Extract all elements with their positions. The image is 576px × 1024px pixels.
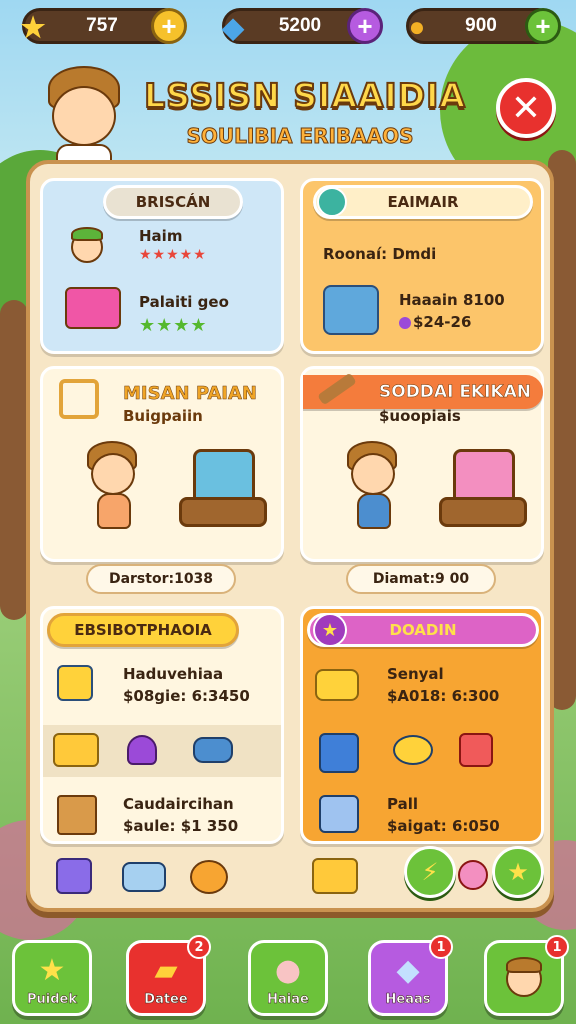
close-button[interactable]: ✕ xyxy=(496,78,556,138)
stars-value: 757 xyxy=(86,15,118,36)
notification-badge: 1 xyxy=(429,935,453,959)
arcade-machine-icon xyxy=(323,285,379,335)
card-bundle-row2-title: Caudaircihan xyxy=(123,795,234,813)
lightning-button[interactable]: ⚡ xyxy=(404,846,456,898)
card-mission-chip: Darstor:1038 xyxy=(86,564,236,594)
close-icon: ✕ xyxy=(510,87,542,129)
star-icon: ★ xyxy=(38,953,66,988)
rocket-icon xyxy=(393,735,433,765)
card-special-subtitle: $uoopiais xyxy=(379,407,461,425)
card-daily[interactable]: DOADIN ★ Senyal $A018: 6:300 Pall $aigat… xyxy=(300,606,544,844)
cart-base-icon xyxy=(439,497,527,527)
device-icon xyxy=(57,665,93,701)
card-profile[interactable]: BRISCÁN Haim ★★★★★ Palaiti geo ★★★★ xyxy=(40,178,284,354)
stars-counter: ★ 757 + xyxy=(20,8,187,44)
card-profile-header: BRISCÁN xyxy=(103,185,243,219)
card-special[interactable]: SODDAI EKIKAN $uoopiais xyxy=(300,366,544,562)
card-daily-row2-title: Pall xyxy=(387,795,418,813)
card-bundle-row1-price: $08gie: 6:3450 xyxy=(123,687,250,705)
card-bundle-row1-title: Haduvehiaa xyxy=(123,665,224,683)
nav-pets[interactable]: ● Haiae xyxy=(248,940,328,1016)
notification-badge: 1 xyxy=(545,935,569,959)
toy-truck-icon[interactable] xyxy=(122,862,166,892)
cart-base-icon xyxy=(179,497,267,527)
card-mission[interactable]: MISAN PAIAN Buigpaiin xyxy=(40,366,284,562)
nav-gems[interactable]: 1 ◆ Heaas xyxy=(368,935,453,1016)
card-daily-row2-price: $aigat: 6:050 xyxy=(387,817,500,835)
gold-bars-icon xyxy=(53,733,99,767)
gem-icon: ◆ xyxy=(222,11,244,43)
gems-value: 5200 xyxy=(278,15,322,36)
coin-icon: ● xyxy=(408,11,426,42)
notification-badge: 2 xyxy=(187,935,211,959)
avatar-icon xyxy=(502,955,546,999)
crate-icon xyxy=(57,795,97,835)
nav-daily[interactable]: 2 ▰ Datee xyxy=(126,935,211,1016)
card-daily-row1-title: Senyal xyxy=(387,665,444,683)
potion-icon xyxy=(127,735,157,765)
card-offer-price: $24-26 xyxy=(413,313,472,331)
page-subtitle: SOULIBIA ERIBAAOS xyxy=(186,124,414,149)
blue-crate-icon xyxy=(319,733,359,773)
nav-profile[interactable]: 1 xyxy=(484,935,569,1016)
card-bundle[interactable]: EBSIBOTPHAOIA Haduvehiaa $08gie: 6:3450 … xyxy=(40,606,284,844)
gift-box-icon xyxy=(65,287,121,329)
page-title: LSSISN SIAAIDIA xyxy=(143,75,466,116)
star-icon: ★ xyxy=(20,11,46,43)
card-offer-line1: Roonaí: Dmdi xyxy=(323,245,437,263)
gold-bars-icon[interactable] xyxy=(312,858,358,894)
pet-icon[interactable] xyxy=(190,860,228,894)
card-mission-title: MISAN PAIAN xyxy=(123,383,258,405)
card-offer[interactable]: EAIMAIR Roonaí: Dmdi Haaain 8100 $24-26 xyxy=(300,178,544,354)
pc-icon xyxy=(319,795,359,833)
frame-icon xyxy=(59,379,99,419)
character-head-icon xyxy=(67,227,107,267)
gem-icon: ◆ xyxy=(396,953,420,988)
add-gems-button[interactable]: + xyxy=(347,8,383,44)
cat-icon: ● xyxy=(274,953,302,988)
card-bundle-row2-price: $aule: $1 350 xyxy=(123,817,239,835)
treasure-chest-icon: ▰ xyxy=(154,953,178,988)
card-bundle-header: EBSIBOTPHAOIA xyxy=(47,613,239,647)
pink-pet-icon[interactable] xyxy=(458,860,488,890)
add-coins-button[interactable]: + xyxy=(525,8,561,44)
star-icon: ★ xyxy=(507,858,529,886)
shop-panel: BRISCÁN Haim ★★★★★ Palaiti geo ★★★★ EAIM… xyxy=(26,160,554,912)
nav-home[interactable]: ★ Puidek xyxy=(12,940,92,1016)
card-special-title: SODDAI EKIKAN xyxy=(379,382,532,403)
badge-icon: ★ xyxy=(313,613,347,647)
rating-stars-2: ★★★★ xyxy=(139,315,208,336)
gem-icon xyxy=(399,317,411,329)
card-mission-subtitle: Buigpaiin xyxy=(123,407,203,425)
card-profile-row1-title: Haim xyxy=(139,227,183,245)
gift-icon xyxy=(459,733,493,767)
star-button[interactable]: ★ xyxy=(492,846,544,898)
lightning-icon: ⚡ xyxy=(421,858,439,886)
dice-icon[interactable] xyxy=(56,858,92,894)
bundle-items-row xyxy=(43,725,281,777)
add-stars-button[interactable]: + xyxy=(151,8,187,44)
rating-stars-1: ★★★★★ xyxy=(139,247,207,263)
megaphone-icon xyxy=(315,669,359,701)
coins-value: 900 xyxy=(465,15,497,36)
card-profile-row2-title: Palaiti geo xyxy=(139,293,229,311)
gems-counter: ◆ 5200 + xyxy=(222,8,383,44)
coins-counter: ● 900 + xyxy=(406,8,561,44)
card-daily-row1-price: $A018: 6:300 xyxy=(387,687,500,705)
card-offer-line2: Haaain 8100 xyxy=(399,291,505,309)
toy-car-icon xyxy=(193,737,233,763)
shield-icon xyxy=(317,187,347,217)
card-special-chip: Diamat:9 00 xyxy=(346,564,496,594)
